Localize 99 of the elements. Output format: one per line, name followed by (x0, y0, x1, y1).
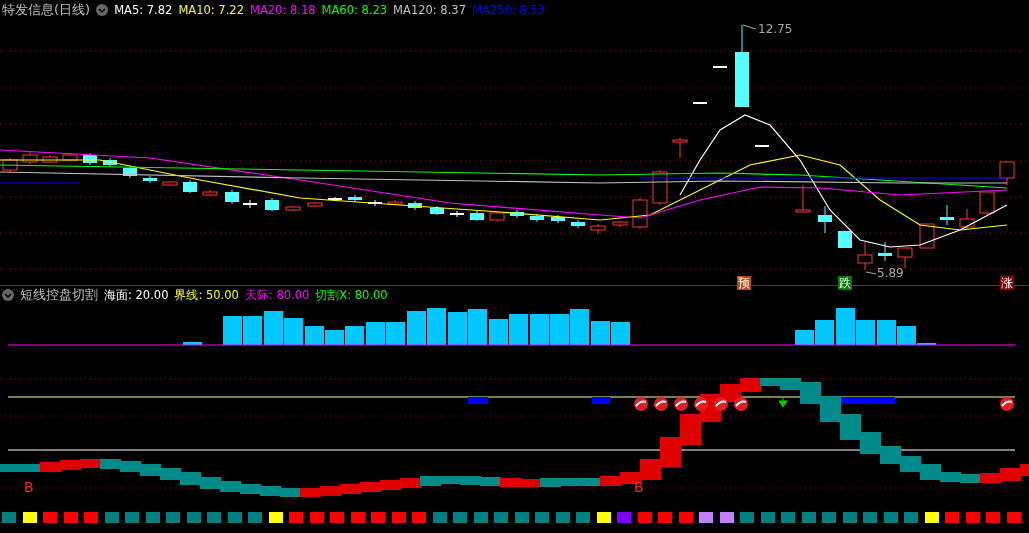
ball-icon (654, 397, 668, 411)
candlestick (795, 184, 811, 213)
ribbon-segment (100, 459, 121, 469)
leader-line (865, 271, 877, 275)
down-arrow-icon (778, 395, 788, 408)
candlestick (672, 137, 688, 159)
candlestick (919, 223, 935, 249)
candlestick (571, 219, 585, 229)
candlestick (307, 201, 323, 208)
ball-icon (714, 397, 728, 411)
ribbon-segment (400, 478, 421, 488)
candlestick (510, 209, 524, 219)
signal-badge: 跌 (838, 276, 852, 290)
dropdown-icon[interactable] (2, 289, 14, 301)
moving-average-value: MA250: 8.53 (471, 3, 545, 17)
candlestick (62, 152, 78, 162)
candlestick (897, 247, 913, 269)
candlestick (999, 161, 1015, 186)
candlestick (225, 189, 239, 205)
candlestick (489, 211, 505, 222)
ribbon-segment (960, 474, 981, 483)
leader-line (742, 24, 757, 30)
candlestick (327, 196, 343, 202)
candlestick (285, 205, 301, 212)
ribbon-segment (280, 488, 301, 497)
ball-icon (1000, 397, 1014, 411)
ball-icon (634, 397, 648, 411)
candlestick (348, 194, 362, 203)
candlestick (470, 210, 484, 222)
indicator-title: 短线控盘切割 (20, 286, 98, 304)
candlestick (612, 220, 628, 228)
ribbon-segment (900, 456, 921, 472)
candlestick (123, 165, 137, 179)
moving-average-value: MA60: 8.23 (321, 3, 388, 17)
ribbon-segment (540, 478, 561, 487)
candlestick (979, 191, 995, 216)
candlestick (162, 180, 178, 187)
candlestick (838, 230, 852, 249)
candlestick (712, 66, 728, 68)
indicator-value: 海面: 20.00 (104, 287, 169, 303)
ribbon-segment (500, 478, 521, 487)
signal-badge: 涨 (1000, 276, 1014, 290)
marker-bar (468, 397, 488, 404)
signal-badge: 预 (737, 276, 751, 290)
candlestick (242, 199, 258, 209)
ribbon-segment (660, 437, 681, 467)
candlestick (387, 199, 403, 206)
ribbon-segment (840, 414, 861, 440)
buy-mark: B (634, 479, 644, 495)
moving-average-value: MA5: 7.82 (114, 3, 173, 17)
ribbon-segment (860, 432, 881, 454)
ribbon-segment (480, 477, 501, 486)
candlestick (408, 200, 422, 211)
candlestick (265, 197, 279, 212)
ribbon-segment (980, 473, 1001, 483)
buy-mark: B (24, 479, 34, 495)
candlestick (878, 241, 892, 262)
dropdown-icon[interactable] (96, 4, 109, 16)
ball-icon (674, 397, 688, 411)
ribbon-segment (680, 414, 701, 445)
candlestick (857, 241, 873, 271)
ribbon-segment (600, 476, 621, 486)
candlestick (103, 157, 117, 168)
marker-bar (592, 397, 610, 404)
candlestick (959, 208, 975, 230)
candlestick (22, 151, 38, 165)
candlestick (367, 199, 383, 207)
price-label: 5.89 (877, 266, 904, 280)
candlestick (430, 205, 444, 216)
candlestick (692, 102, 708, 104)
candlestick (530, 213, 544, 223)
candlestick (449, 210, 465, 218)
candlestick (940, 204, 954, 226)
candlestick (83, 152, 97, 166)
moving-average-value: MA20: 8.18 (249, 3, 316, 17)
candlestick (818, 205, 832, 234)
candlestick (202, 189, 218, 197)
ribbon-segment (300, 488, 321, 497)
ribbon-segment (420, 476, 441, 486)
ribbon-segment (80, 459, 101, 468)
ribbon-segment (40, 462, 61, 472)
ball-icon (694, 397, 708, 411)
candlestick (143, 175, 157, 184)
indicator-value: 切割X: 80.00 (315, 287, 388, 303)
candlestick (754, 145, 770, 147)
indicator-value: 天际: 80.00 (244, 287, 310, 303)
candlestick (183, 179, 197, 194)
candlestick (551, 214, 565, 224)
ball-icon (734, 397, 748, 411)
price-label: 12.75 (758, 22, 793, 36)
candlestick (590, 223, 606, 235)
indicator-value: 界线: 50.00 (174, 287, 239, 303)
moving-average-value: MA120: 8.37 (393, 3, 466, 17)
moving-average-value: MA10: 7.22 (178, 3, 244, 17)
ribbon-segment (880, 446, 901, 464)
chart-title: 特发信息(日线) (2, 1, 91, 19)
candlestick (42, 154, 58, 164)
ribbon-segment (820, 396, 841, 422)
candlestick (632, 197, 648, 230)
